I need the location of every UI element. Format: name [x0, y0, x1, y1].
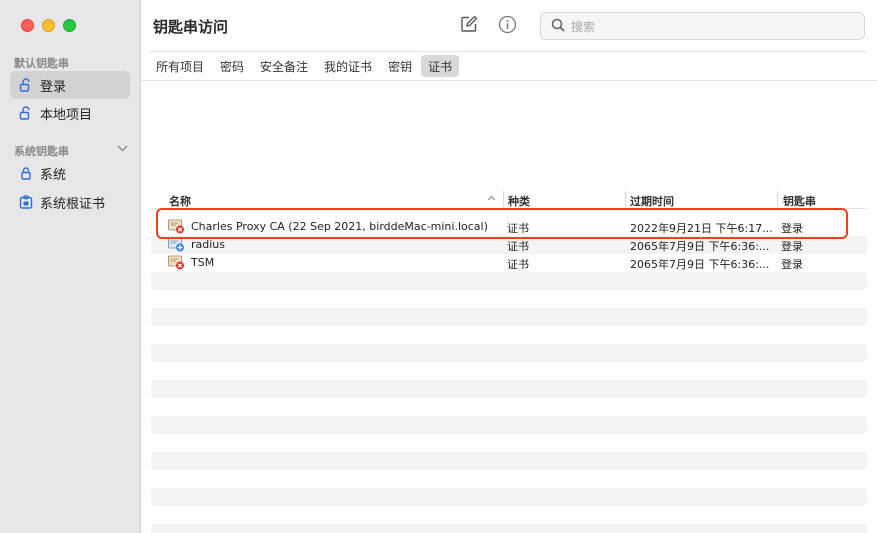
cell-expires: 2065年7月9日 下午6:36:...: [630, 258, 770, 271]
cell-expires: 2065年7月9日 下午6:36:...: [630, 240, 770, 253]
info-button[interactable]: [496, 15, 518, 37]
empty-row-stripe: [151, 308, 867, 326]
keychain-window: 默认钥匙串 登录 本地项目 系统钥匙串 系统 系统根证书 钥匙串访问 搜索 所有…: [0, 0, 877, 533]
chevron-down-icon[interactable]: [117, 142, 128, 155]
locked-cabinet-icon: [18, 194, 34, 210]
empty-row-stripe: [151, 380, 867, 398]
cell-kind: 证书: [507, 258, 529, 271]
cell-kind: 证书: [507, 240, 529, 253]
table-header: 名称 种类 过期时间 钥匙串: [151, 189, 867, 209]
sidebar-item-system[interactable]: 系统: [10, 159, 130, 187]
trusted-certificate-icon: [168, 237, 185, 252]
sidebar-item-label: 系统根证书: [40, 196, 106, 212]
invalid-certificate-icon: [168, 255, 185, 270]
cell-name: TSM: [191, 256, 215, 269]
tab-keys[interactable]: 密钥: [381, 55, 419, 77]
column-header-expires[interactable]: 过期时间: [630, 193, 674, 209]
window-title: 钥匙串访问: [153, 18, 229, 36]
locked-padlock-icon: [18, 165, 34, 181]
column-divider[interactable]: [625, 191, 626, 207]
column-divider[interactable]: [503, 191, 504, 207]
section-title-default-keychains: 默认钥匙串: [14, 57, 69, 70]
tab-certificates[interactable]: 证书: [421, 55, 460, 77]
sidebar-item-label: 本地项目: [40, 107, 93, 123]
unlocked-padlock-icon: [18, 105, 34, 121]
tab-all-items[interactable]: 所有项目: [149, 55, 211, 77]
empty-row-stripe: [151, 524, 867, 533]
toolbar: 钥匙串访问 搜索: [141, 0, 877, 52]
tab-secure-notes[interactable]: 安全备注: [253, 55, 315, 77]
empty-row-stripe: [151, 452, 867, 470]
section-title-system-keychains: 系统钥匙串: [14, 145, 69, 158]
sidebar-item-label: 系统: [40, 167, 67, 183]
tab-passwords[interactable]: 密码: [213, 55, 251, 77]
window-controls: [21, 19, 76, 32]
sidebar-item-login[interactable]: 登录: [10, 71, 130, 99]
toolbar-divider: [149, 51, 867, 52]
empty-row-stripe: [151, 416, 867, 434]
empty-row-stripe: [151, 344, 867, 362]
zoom-button[interactable]: [63, 19, 76, 32]
compose-button[interactable]: [458, 15, 480, 37]
search-placeholder: 搜索: [571, 19, 596, 34]
tabs-divider: [141, 80, 877, 81]
search-input[interactable]: 搜索: [540, 12, 865, 40]
column-header-name[interactable]: 名称: [169, 193, 191, 209]
cell-keychain: 登录: [781, 258, 803, 271]
compose-icon: [460, 15, 478, 37]
cell-keychain: 登录: [781, 240, 803, 253]
minimize-button[interactable]: [42, 19, 55, 32]
cell-name: radius: [191, 238, 226, 251]
sidebar-item-system-roots[interactable]: 系统根证书: [10, 188, 130, 216]
unlocked-padlock-icon: [18, 77, 34, 93]
sidebar-item-local-items[interactable]: 本地项目: [10, 99, 130, 127]
column-divider[interactable]: [777, 191, 778, 207]
search-icon: [551, 17, 565, 36]
info-icon: [498, 15, 517, 38]
sidebar-item-label: 登录: [40, 79, 67, 95]
empty-row-stripe: [151, 272, 867, 290]
sort-ascending-icon: [487, 193, 496, 204]
annotation-highlight-box: [156, 208, 848, 239]
tab-my-certificates[interactable]: 我的证书: [317, 55, 379, 77]
sidebar: 默认钥匙串 登录 本地项目 系统钥匙串 系统 系统根证书: [0, 0, 141, 533]
table-row[interactable]: TSM 证书 2065年7月9日 下午6:36:... 登录: [151, 254, 867, 272]
empty-row-stripe: [151, 488, 867, 506]
close-button[interactable]: [21, 19, 34, 32]
category-tabs: 所有项目 密码 安全备注 我的证书 密钥 证书: [149, 55, 460, 77]
column-header-kind[interactable]: 种类: [508, 193, 530, 209]
column-header-keychain[interactable]: 钥匙串: [783, 193, 816, 209]
